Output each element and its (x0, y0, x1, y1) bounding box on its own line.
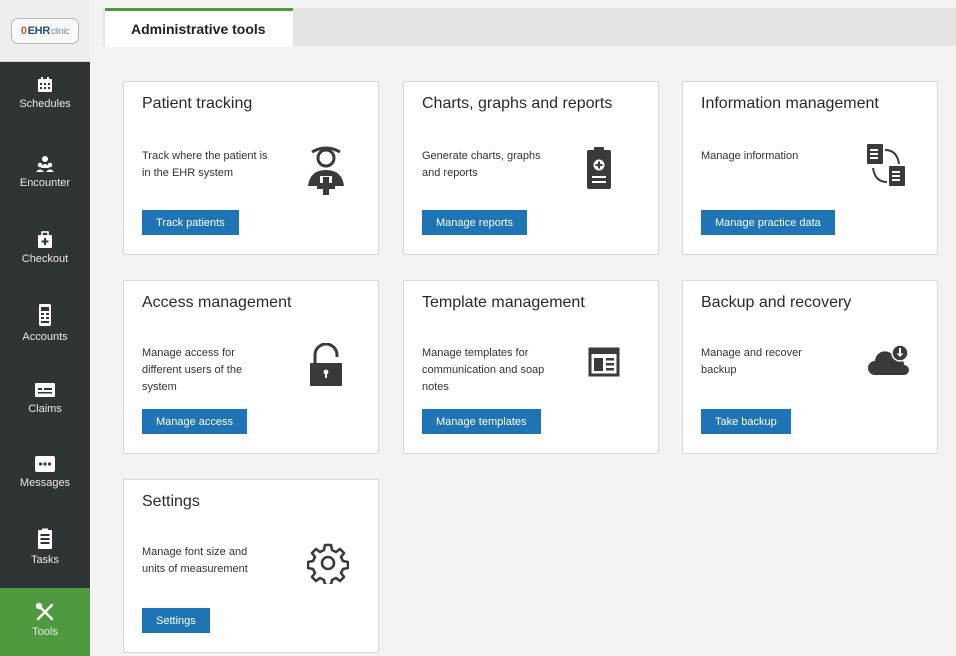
sidebar-item-messages[interactable]: Messages (0, 455, 90, 489)
sidebar-item-label: Accounts (22, 331, 68, 343)
cloud-download-icon (868, 344, 909, 375)
manage-practice-data-button[interactable]: Manage practice data (701, 210, 835, 235)
tools-icon (35, 602, 54, 621)
sidebar: 0 EHR clinic Schedules Encounter Checkout … (0, 0, 90, 656)
card-description-line: Manage information (701, 150, 799, 162)
logo-brand: EHR (27, 24, 51, 37)
sidebar-item-label: Tools (32, 626, 58, 638)
sidebar-item-encounter[interactable]: Encounter (0, 155, 90, 189)
gear-icon (307, 543, 349, 584)
card-description-line: system (142, 381, 177, 393)
sidebar-item-label: Tasks (30, 554, 60, 566)
manage-reports-button[interactable]: Manage reports (422, 210, 528, 235)
template-icon (588, 347, 620, 377)
card-description-line: communication and soap (422, 364, 545, 376)
logo-suffix: clinic (50, 25, 70, 36)
card-description-line: Manage templates for (422, 347, 529, 359)
card-access-management: Access management Manage access for diff… (123, 280, 379, 454)
document-icon (39, 304, 51, 326)
card-description-line: different users of the (142, 364, 243, 376)
card-description: Manage information (701, 148, 851, 165)
card-settings: Settings Manage font size and units of m… (123, 479, 379, 653)
medical-bag-icon (38, 231, 52, 248)
card-title: Charts, graphs and reports (422, 95, 613, 112)
sidebar-item-label: Schedules (19, 98, 71, 110)
track-patients-button[interactable]: Track patients (142, 210, 239, 235)
sidebar-item-checkout[interactable]: Checkout (0, 231, 90, 265)
card-patient-tracking: Patient tracking Track where the patient… (123, 81, 379, 255)
people-icon (36, 156, 54, 172)
manage-templates-button[interactable]: Manage templates (422, 409, 541, 434)
sidebar-item-label: Messages (19, 477, 71, 489)
card-description: Manage and recover backup (701, 345, 851, 379)
sidebar-item-tools[interactable]: Tools (0, 588, 90, 656)
card-description-line: notes (422, 381, 449, 393)
tab-administrative-tools[interactable]: Administrative tools (105, 8, 293, 47)
sidebar-item-claims[interactable]: Claims (0, 381, 90, 415)
sidebar-item-label: Claims (28, 403, 62, 415)
calendar-icon (38, 77, 52, 92)
card-description-line: Manage font size and (142, 546, 248, 558)
sidebar-item-accounts[interactable]: Accounts (0, 303, 90, 343)
card-title: Patient tracking (142, 95, 253, 112)
card-description: Generate charts, graphs and reports (422, 148, 572, 182)
settings-button[interactable]: Settings (142, 608, 210, 633)
card-icon (35, 383, 55, 397)
card-information-management: Information management Manage informatio… (682, 81, 938, 255)
card-description-line: backup (701, 364, 737, 376)
card-description-line: units of measurement (142, 563, 248, 575)
card-backup-recovery: Backup and recovery Manage and recover b… (682, 280, 938, 454)
logo-prefix: 0 (20, 24, 27, 37)
card-charts-graphs-reports: Charts, graphs and reports Generate char… (403, 81, 659, 255)
logo-badge: 0 EHR clinic (11, 17, 79, 44)
card-description-line: Track where the patient is (142, 150, 268, 162)
sidebar-item-tasks[interactable]: Tasks (0, 528, 90, 566)
lock-icon (310, 343, 342, 386)
manage-access-button[interactable]: Manage access (142, 409, 248, 434)
card-title: Settings (142, 493, 200, 510)
logo[interactable]: 0 EHR clinic (0, 0, 90, 62)
card-description: Manage font size and units of measuremen… (142, 544, 292, 578)
documents-icon (867, 144, 905, 186)
card-description: Manage access for different users of the… (142, 345, 292, 396)
card-description: Manage templates for communication and s… (422, 345, 572, 396)
sidebar-item-schedules[interactable]: Schedules (0, 76, 90, 110)
chat-icon (35, 456, 55, 472)
card-description-line: Manage access for (142, 347, 235, 359)
card-title: Backup and recovery (701, 294, 852, 311)
clipboard-report-icon (587, 147, 611, 189)
card-description-line: Manage and recover (701, 347, 802, 359)
sidebar-item-label: Checkout (21, 253, 69, 265)
clipboard-icon (38, 528, 52, 549)
take-backup-button[interactable]: Take backup (701, 409, 791, 434)
card-description-line: in the EHR system (142, 167, 234, 179)
card-title: Template management (422, 294, 585, 311)
card-title: Information management (701, 95, 879, 112)
card-description-line: and reports (422, 167, 478, 179)
card-description-line: Generate charts, graphs (422, 150, 541, 162)
patient-add-icon (308, 146, 344, 196)
card-title: Access management (142, 294, 292, 311)
sidebar-item-label: Encounter (19, 177, 71, 189)
card-template-management: Template management Manage templates for… (403, 280, 659, 454)
card-description: Track where the patient is in the EHR sy… (142, 148, 292, 182)
